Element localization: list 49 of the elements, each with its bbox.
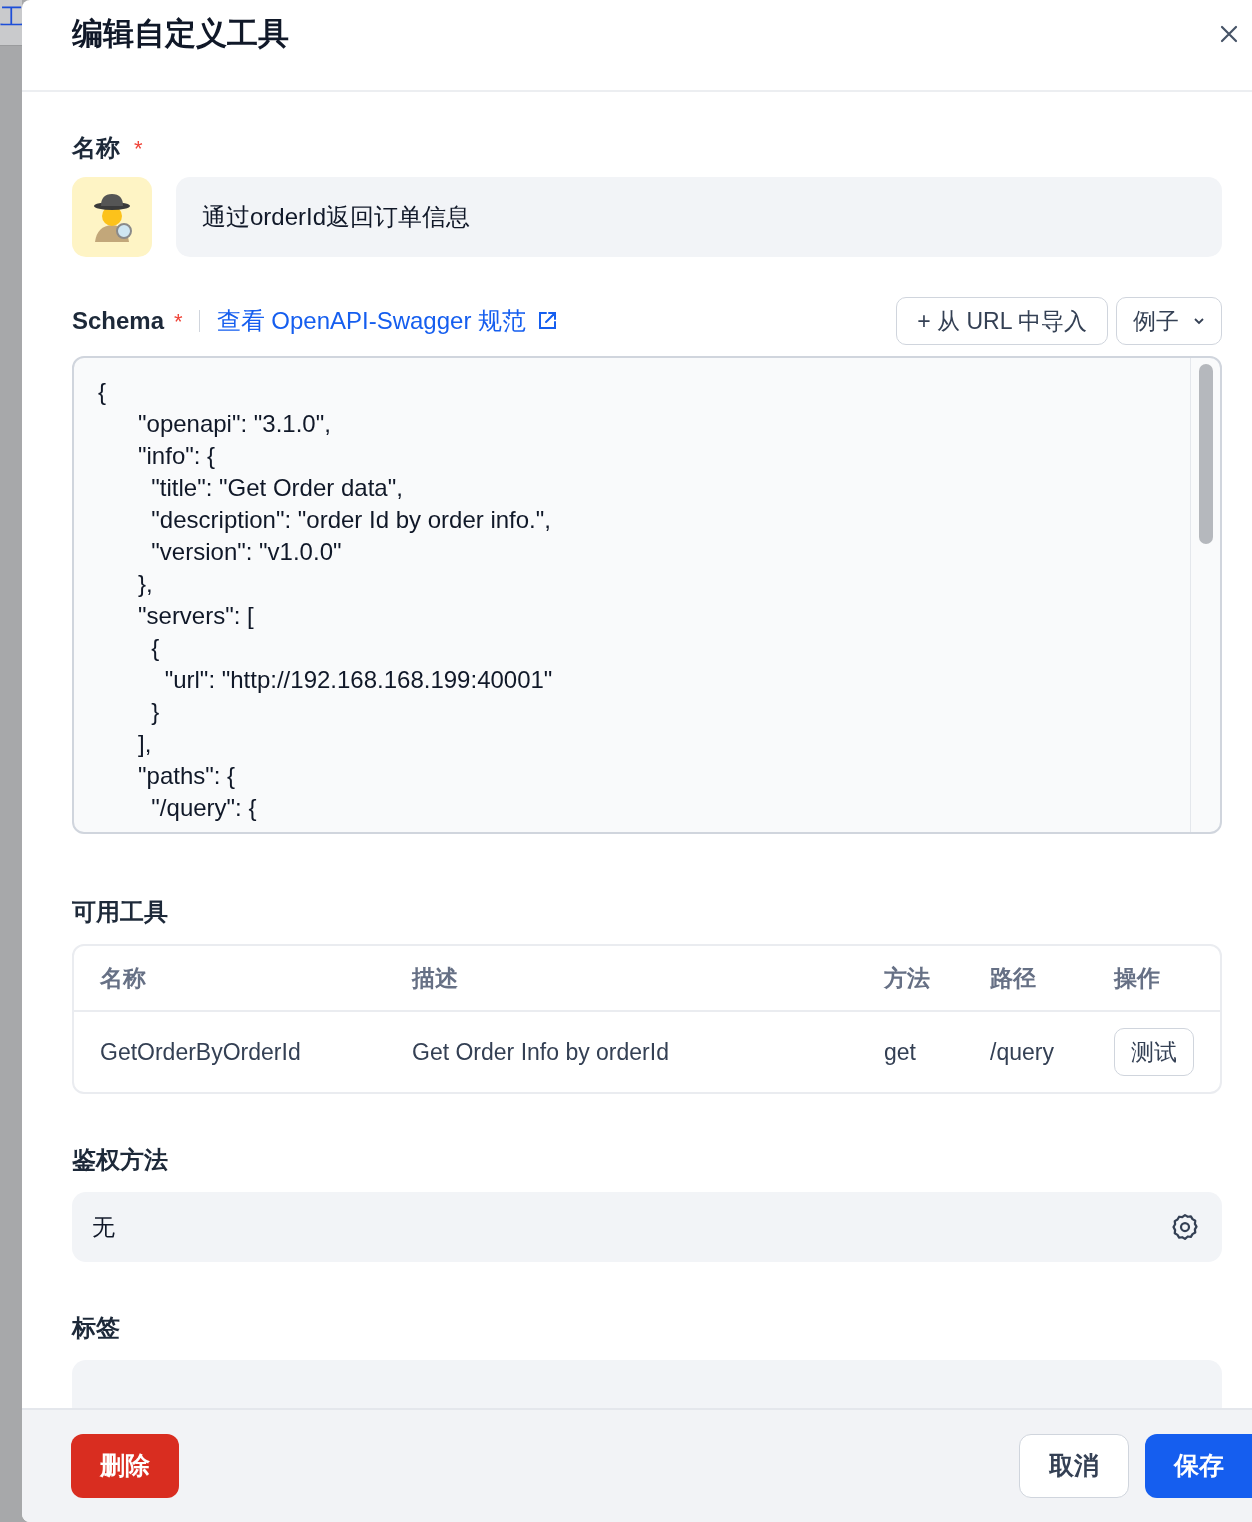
field-label: Schema (72, 306, 165, 336)
avatar-button[interactable] (72, 177, 152, 257)
column-header: 方法 (884, 963, 930, 993)
code-line: ], (137, 729, 152, 759)
save-button[interactable]: 保存 (1145, 1434, 1252, 1498)
dialog-title: 编辑自定义工具 (72, 14, 289, 53)
table-cell-text: /query (990, 1037, 1054, 1067)
test-button[interactable]: 测试 (1114, 1028, 1194, 1076)
code-line: "title": "Get Order data", (150, 473, 403, 503)
spec-link[interactable]: 查看 OpenAPI-Swagger 规范 (216, 303, 559, 339)
code-line: "servers": [ (137, 601, 254, 631)
table-cell-text: get (884, 1037, 916, 1067)
chevron-down-icon (1193, 317, 1205, 325)
schema-editor[interactable] (72, 356, 1222, 834)
required-mark: * (134, 134, 143, 163)
code-line: "paths": { (137, 761, 236, 791)
examples-dropdown[interactable]: 例子 (1116, 297, 1222, 345)
tags-field[interactable] (72, 1360, 1222, 1408)
code-line: "version": "v1.0.0" (150, 537, 342, 567)
code-line: }, (137, 569, 153, 599)
section-label: 标签 (72, 1313, 120, 1343)
external-link-icon (536, 310, 559, 332)
cancel-button[interactable]: 取消 (1019, 1434, 1129, 1498)
code-line: "description": "order Id by order info.", (150, 505, 551, 535)
table-cell-text: Get Order Info by orderId (412, 1037, 669, 1067)
column-header: 操作 (1114, 963, 1160, 993)
settings-icon (1170, 1212, 1200, 1242)
scrollbar-thumb[interactable] (1198, 364, 1213, 544)
auth-method-field[interactable]: 无 (72, 1192, 1222, 1262)
delete-button[interactable]: 删除 (71, 1434, 179, 1498)
code-line: "/query": { (150, 793, 257, 823)
required-mark: * (174, 307, 183, 336)
section-label: 可用工具 (72, 897, 168, 927)
code-line: "openapi": "3.1.0", (137, 409, 331, 439)
column-header: 路径 (990, 963, 1036, 993)
section-label: 鉴权方法 (72, 1145, 168, 1175)
name-input[interactable]: 通过orderId返回订单信息 (176, 177, 1222, 257)
code-line: { (98, 377, 106, 407)
code-line: { (150, 633, 160, 663)
code-line: "info": { (137, 441, 216, 471)
close-icon[interactable] (1218, 23, 1240, 45)
background-text: 工 (0, 2, 22, 32)
column-header: 描述 (412, 963, 458, 993)
table-cell-text: GetOrderByOrderId (100, 1037, 301, 1067)
import-url-button[interactable]: + 从 URL 中导入 (896, 297, 1108, 345)
code-line: "url": "http://192.168.168.199:40001" (163, 665, 553, 695)
column-header: 名称 (100, 963, 146, 993)
field-label: 名称 (72, 133, 120, 163)
code-line: } (150, 697, 160, 727)
